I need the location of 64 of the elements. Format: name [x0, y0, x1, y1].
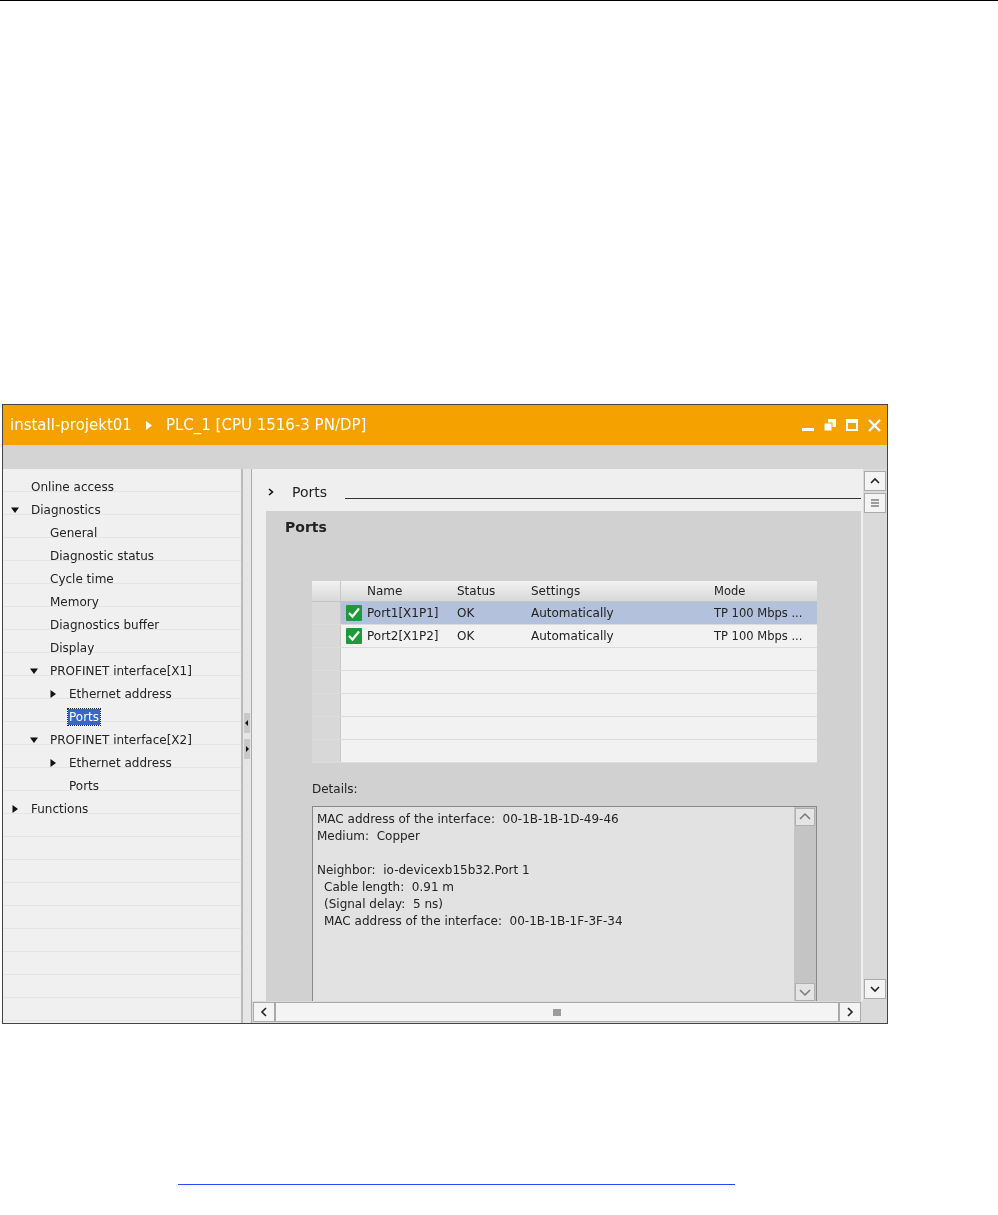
tree-item[interactable]: Ethernet address: [68, 754, 173, 771]
detail-line: (Signal delay: 5 ns): [323, 896, 444, 913]
table-row[interactable]: Port2[X1P2] OK Automatically TP 100 Mbps ...: [312, 625, 817, 648]
tree-item[interactable]: Ports: [68, 777, 101, 794]
expander-icon[interactable]: [11, 505, 19, 514]
check-icon: [346, 628, 362, 644]
column-header[interactable]: Status: [457, 584, 531, 598]
scroll-up-icon[interactable]: [864, 471, 886, 491]
maximize-icon[interactable]: [846, 419, 858, 431]
table-row[interactable]: Port1[X1P1] OK Automatically TP 100 Mbps ...: [312, 602, 817, 625]
tree-item[interactable]: Diagnostics buffer: [49, 616, 161, 633]
expander-icon[interactable]: [30, 666, 38, 675]
vertical-scrollbar[interactable]: [794, 807, 816, 1001]
tree-item[interactable]: Cycle time: [49, 570, 115, 587]
chevron-icon[interactable]: [268, 488, 274, 496]
tree-item[interactable]: Online access: [30, 478, 115, 495]
tree-item[interactable]: Ports: [68, 708, 101, 725]
tree-item[interactable]: Functions: [30, 800, 90, 817]
scroll-right-icon[interactable]: [839, 1002, 861, 1022]
detail-line: Cable length: 0.91 m: [323, 879, 456, 896]
tree-item[interactable]: PROFINET interface[X1]: [49, 662, 193, 679]
expander-icon[interactable]: [11, 804, 19, 813]
table-cell-text: Port2[X1P2]: [367, 629, 440, 643]
table-cell-text: OK: [457, 606, 476, 620]
scroll-left-icon[interactable]: [253, 1002, 275, 1022]
column-header[interactable]: Mode: [714, 584, 817, 598]
scroll-down-icon[interactable]: [795, 983, 815, 1001]
detail-line: MAC address of the interface: 00-1B-1B-1D-49-46: [317, 811, 620, 828]
tree-item[interactable]: Memory: [49, 593, 100, 610]
scroll-down-icon[interactable]: [864, 979, 886, 999]
table-cell-text: Automatically: [531, 629, 615, 643]
scroll-thumb-icon[interactable]: [275, 1002, 839, 1022]
tree-item[interactable]: Display: [49, 639, 96, 656]
detail-line: MAC address of the interface: 00-1B-1B-1F-3F-34: [323, 913, 624, 930]
scroll-thumb-icon[interactable]: [864, 493, 886, 513]
table-cell-text: TP 100 Mbps ...: [714, 606, 804, 620]
breadcrumb-arrow-icon: [145, 420, 152, 430]
tree-item[interactable]: Ethernet address: [68, 685, 173, 702]
tree-item[interactable]: Diagnostics: [30, 501, 102, 518]
column-header[interactable]: Settings: [531, 584, 714, 598]
panel-title: Ports: [285, 519, 328, 537]
scroll-up-icon[interactable]: [795, 808, 815, 826]
table-cell-text: TP 100 Mbps ...: [714, 629, 804, 643]
tree-item[interactable]: PROFINET interface[X2]: [49, 731, 193, 748]
detail-line: Neighbor: io-devicexb15b32.Port 1: [317, 862, 531, 879]
collapse-left-icon[interactable]: [244, 713, 250, 733]
tree-item[interactable]: General: [49, 524, 99, 541]
close-icon[interactable]: [868, 418, 881, 432]
section-title: Ports: [292, 484, 328, 500]
table-cell-text: Automatically: [531, 606, 615, 620]
detail-line: Medium: Copper: [317, 828, 421, 845]
column-header[interactable]: Name: [367, 584, 457, 598]
expand-right-icon[interactable]: [244, 739, 250, 759]
vertical-scrollbar[interactable]: [863, 469, 887, 1001]
horizontal-scrollbar[interactable]: [252, 1001, 887, 1023]
expander-icon[interactable]: [49, 758, 57, 767]
table-cell-text: OK: [457, 629, 476, 643]
expander-icon[interactable]: [49, 689, 57, 698]
restore-icon[interactable]: [824, 419, 836, 431]
details-label: Details:: [312, 782, 359, 798]
tree-item[interactable]: Diagnostic status: [49, 547, 156, 564]
expander-icon[interactable]: [30, 735, 38, 744]
check-icon: [346, 605, 362, 621]
table-cell-text: Port1[X1P1]: [367, 606, 440, 620]
